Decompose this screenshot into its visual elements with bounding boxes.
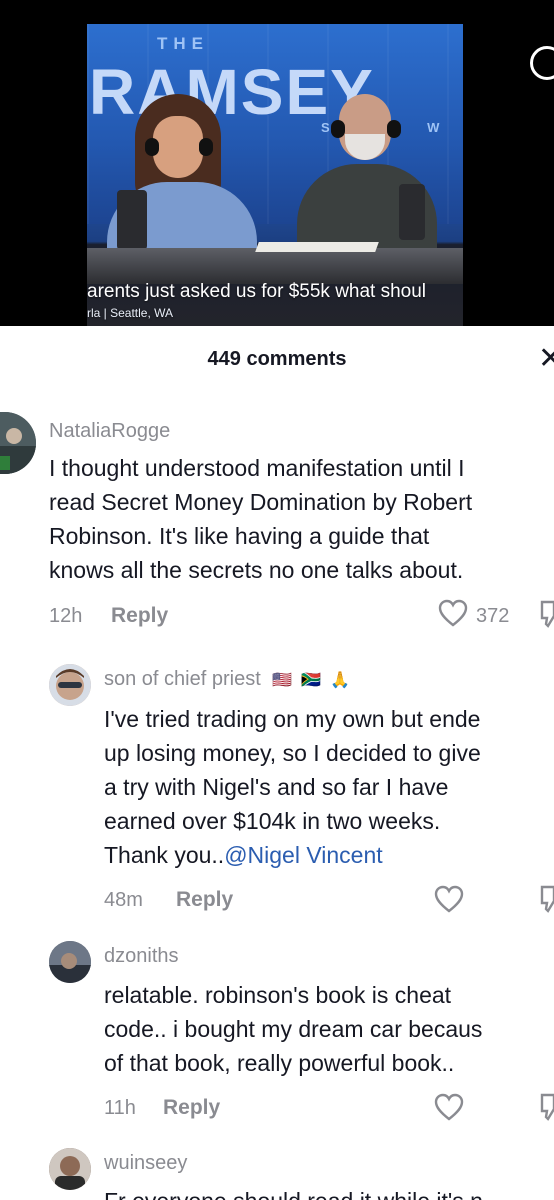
comment-username[interactable]: wuinseey xyxy=(104,1152,187,1175)
reply-button[interactable]: Reply xyxy=(111,604,168,628)
comment-item: wuinseey Fr everyone should read it whil… xyxy=(0,1140,554,1200)
avatar[interactable] xyxy=(49,664,91,706)
video-frame: THE RAMSEY SHOW arents just asked us for… xyxy=(87,24,463,326)
comment-username[interactable]: NataliaRogge xyxy=(49,420,170,443)
mug-left xyxy=(117,190,147,250)
video-caption: arents just asked us for $55k what shoul xyxy=(87,281,427,302)
mug-right xyxy=(399,184,425,240)
comment-time: 48m xyxy=(104,889,143,911)
username-emoji: 🇺🇸 🇿🇦 🙏 xyxy=(272,670,353,690)
avatar[interactable] xyxy=(49,1148,91,1190)
dislike-icon[interactable] xyxy=(538,600,554,628)
heart-icon[interactable] xyxy=(434,1093,464,1121)
video-caption-location: rla | Seattle, WA xyxy=(87,306,174,320)
video-player[interactable]: THE RAMSEY SHOW arents just asked us for… xyxy=(0,0,554,326)
heart-icon[interactable] xyxy=(434,885,464,913)
dislike-icon[interactable] xyxy=(538,1093,554,1121)
comment-username-text: son of chief priest xyxy=(104,668,261,690)
comments-header: 449 comments ✕ xyxy=(0,326,554,394)
reply-button[interactable]: Reply xyxy=(163,1096,220,1120)
comment-time: 12h xyxy=(49,605,83,627)
comment-text: relatable. robinson's book is cheat code… xyxy=(104,982,483,1076)
reply-button[interactable]: Reply xyxy=(176,888,233,912)
comment-item: dzoniths relatable. robinson's book is c… xyxy=(0,928,554,1140)
close-circle-icon[interactable] xyxy=(530,46,554,80)
avatar[interactable] xyxy=(49,941,91,983)
avatar-photo xyxy=(49,941,91,983)
comments-count: 449 comments xyxy=(207,348,347,370)
like-count: 372 xyxy=(476,605,510,627)
comment-text: I've tried trading on my own but ende up… xyxy=(104,702,554,872)
avatar-photo xyxy=(49,1148,91,1190)
heart-icon[interactable] xyxy=(438,599,468,627)
avatar-photo xyxy=(0,412,36,474)
desk-papers xyxy=(255,242,379,252)
comment-text: I thought understood manifestation until… xyxy=(49,455,473,583)
desk xyxy=(87,248,463,284)
brand-the: THE xyxy=(157,34,209,53)
comment-item: NataliaRogge I thought understood manife… xyxy=(0,394,554,644)
mention-link[interactable]: @Nigel Vincent xyxy=(224,842,382,868)
comment-text: Fr everyone should read it while it's n xyxy=(104,1184,554,1200)
dislike-icon[interactable] xyxy=(538,885,554,913)
comment-item: son of chief priest 🇺🇸 🇿🇦 🙏 I've tried t… xyxy=(0,644,554,928)
avatar-photo xyxy=(49,664,91,706)
avatar[interactable] xyxy=(0,412,36,474)
close-icon[interactable]: ✕ xyxy=(538,344,554,374)
comment-username[interactable]: son of chief priest 🇺🇸 🇿🇦 🙏 xyxy=(104,668,352,691)
comment-username[interactable]: dzoniths xyxy=(104,945,179,968)
comment-time: 11h xyxy=(104,1097,136,1119)
